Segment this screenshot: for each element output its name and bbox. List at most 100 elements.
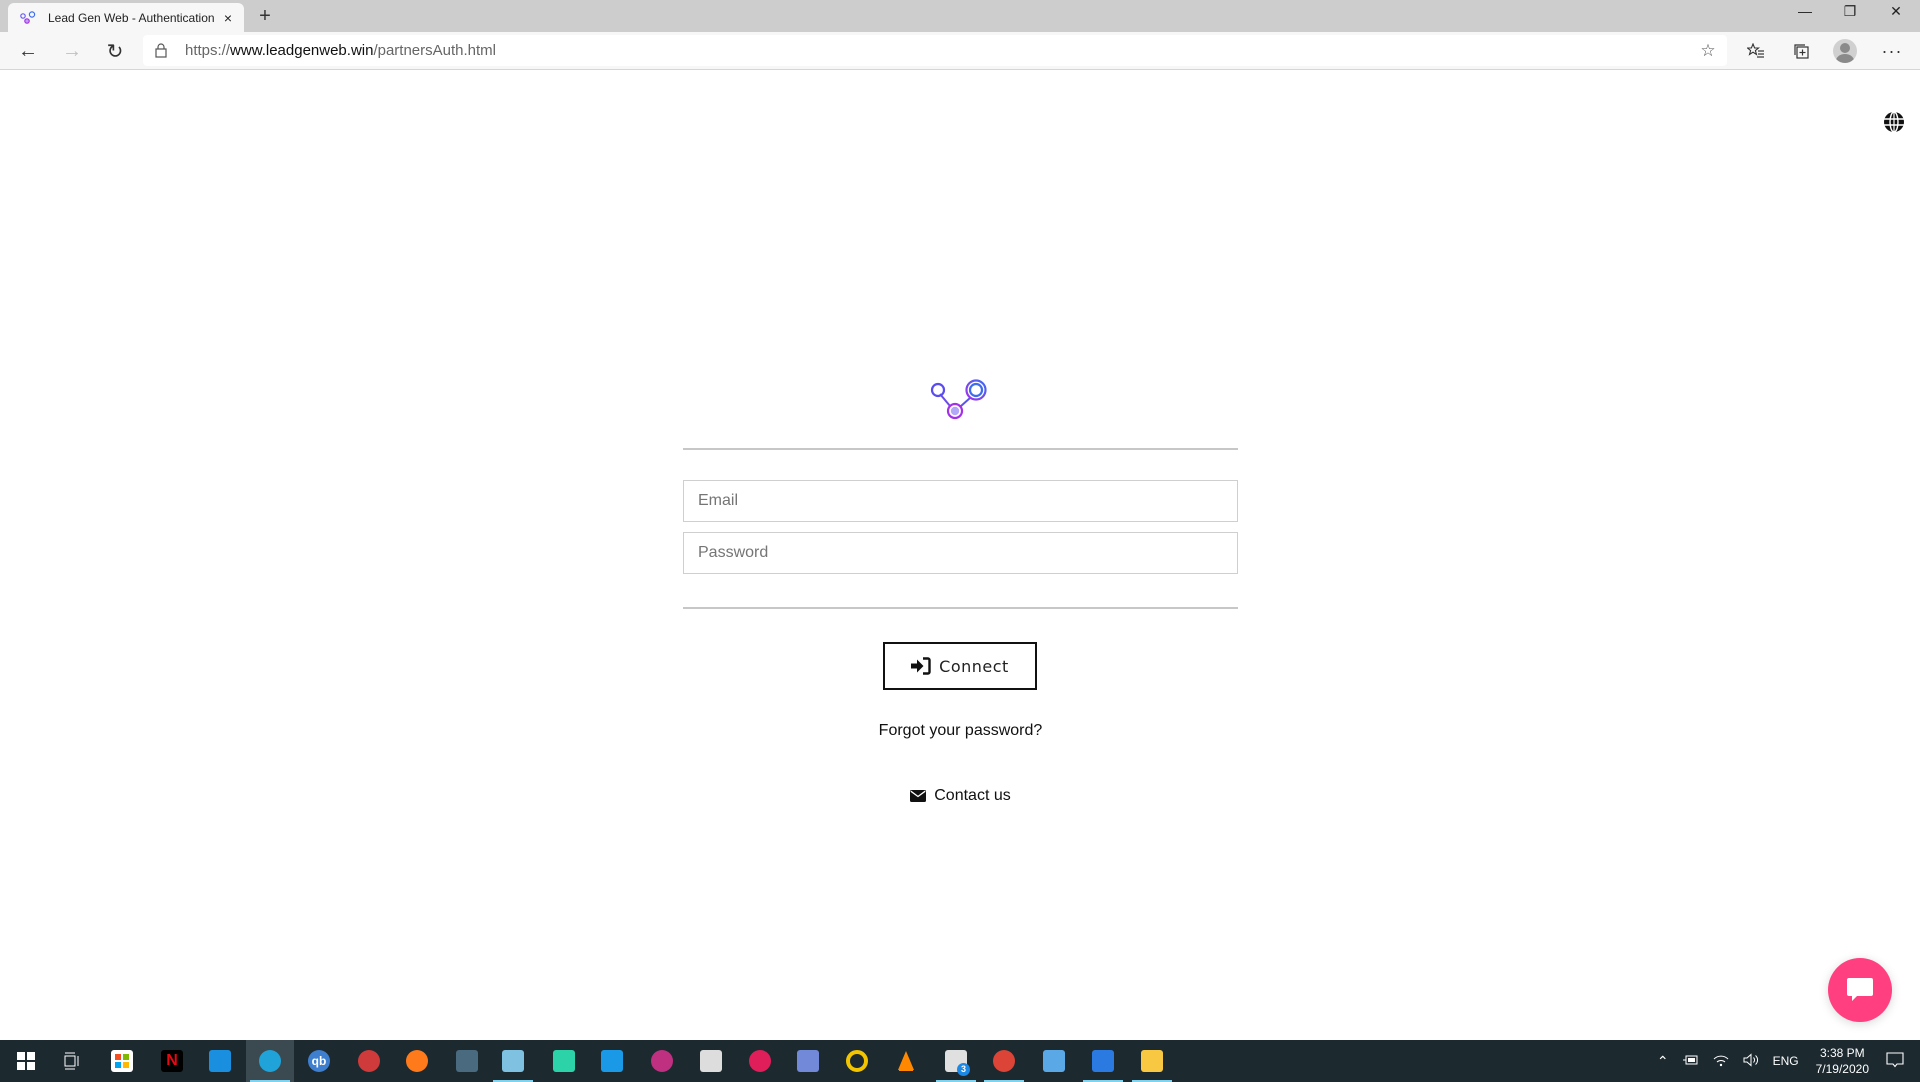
lead-gen-web-logo (928, 378, 992, 428)
task-view-icon (61, 1050, 83, 1072)
taskbar-app-remote-desktop[interactable] (1030, 1040, 1078, 1082)
favorite-add-icon[interactable]: ☆ (1697, 40, 1719, 62)
connect-label: Connect (939, 656, 1009, 676)
browser-tab[interactable]: Lead Gen Web - Authentication × (8, 3, 244, 32)
taskbar-app-mail[interactable] (196, 1040, 244, 1082)
collections-icon[interactable] (1786, 36, 1816, 66)
taskbar-app-zoom-video[interactable] (588, 1040, 636, 1082)
taskbar-app-vlc[interactable] (882, 1040, 930, 1082)
taskbar-app-notepad[interactable] (489, 1040, 537, 1082)
taskbar-app-filmora[interactable] (540, 1040, 588, 1082)
new-tab-button[interactable]: + (252, 4, 278, 28)
bottom-divider (683, 607, 1238, 609)
browser-tab-strip: Lead Gen Web - Authentication × + — ❐ ✕ (0, 0, 1920, 32)
url-path: /partnersAuth.html (373, 42, 497, 59)
taskbar-app-discord[interactable] (784, 1040, 832, 1082)
qbittorrent-icon: qb (308, 1050, 330, 1072)
writer-icon (1092, 1050, 1114, 1072)
taskbar-app-qbittorrent[interactable]: qb (295, 1040, 343, 1082)
volume-icon[interactable] (1743, 1052, 1759, 1070)
slack-icon (749, 1050, 771, 1072)
url-host: www.leadgenweb.win (230, 42, 374, 59)
taskbar-app-app-cube[interactable] (687, 1040, 735, 1082)
language-indicator[interactable]: ENG (1773, 1054, 1799, 1068)
system-tray: ⌃ ENG 3:38 PM 7/19/2020 (1650, 1040, 1920, 1082)
more-icon[interactable]: ··· (1877, 36, 1907, 66)
tray-overflow-chevron-icon[interactable]: ⌃ (1657, 1053, 1669, 1070)
forward-button[interactable]: → (57, 36, 87, 66)
microsoft-store-icon (111, 1050, 133, 1072)
forgot-password-link[interactable]: Forgot your password? (683, 722, 1238, 740)
taskbar-app-firefox[interactable] (393, 1040, 441, 1082)
close-window-button[interactable]: ✕ (1873, 0, 1919, 24)
vlc-icon (895, 1050, 917, 1072)
url-text[interactable]: https://www.leadgenweb.win/partnersAuth.… (185, 42, 496, 59)
url-scheme: https:// (185, 42, 231, 59)
taskbar-app-chrome[interactable] (980, 1040, 1028, 1082)
taskbar-app-netflix[interactable]: N (148, 1040, 196, 1082)
calculator-icon (456, 1050, 478, 1072)
taskbar-app-start[interactable] (2, 1040, 50, 1082)
taskbar-app-app-circle[interactable] (833, 1040, 881, 1082)
browser-toolbar: ← → ↻ https://www.leadgenweb.win/partner… (0, 32, 1920, 70)
password-input[interactable] (683, 532, 1238, 574)
forward-arrow-icon: → (62, 39, 82, 62)
favorites-icon[interactable] (1741, 36, 1771, 66)
back-arrow-icon: ← (18, 39, 38, 62)
filmora-icon (553, 1050, 575, 1072)
taskbar-app-app-ring[interactable] (345, 1040, 393, 1082)
battery-icon[interactable] (1682, 1054, 1699, 1068)
profile-icon (1833, 39, 1857, 63)
taskbar-app-slack[interactable] (736, 1040, 784, 1082)
refresh-icon: ↻ (106, 40, 124, 63)
profile-button[interactable] (1830, 36, 1860, 66)
taskbar-app-davinci-resolve[interactable] (638, 1040, 686, 1082)
taskbar-app-writer[interactable] (1079, 1040, 1127, 1082)
app-circle-icon (846, 1050, 868, 1072)
app-ring-icon (358, 1050, 380, 1072)
file-explorer-icon (1141, 1050, 1163, 1072)
contact-us-link[interactable]: Contact us (683, 787, 1238, 805)
notepad-icon (502, 1050, 524, 1072)
email-input[interactable] (683, 480, 1238, 522)
zoom-video-icon (601, 1050, 623, 1072)
davinci-resolve-icon (651, 1050, 673, 1072)
tab-close-icon[interactable]: × (218, 10, 238, 26)
app-cube-icon (700, 1050, 722, 1072)
windows-taskbar: Nqb 3 ⌃ ENG 3:38 PM 7/19/2020 (0, 1040, 1920, 1082)
mail-icon (209, 1050, 231, 1072)
notification-badge: 3 (957, 1063, 970, 1076)
taskbar-app-edge[interactable] (246, 1040, 294, 1082)
address-bar[interactable]: https://www.leadgenweb.win/partnersAuth.… (143, 35, 1727, 66)
taskbar-app-task-view[interactable] (48, 1040, 96, 1082)
remote-desktop-icon (1043, 1050, 1065, 1072)
refresh-button[interactable]: ↻ (100, 36, 130, 66)
netflix-icon: N (161, 1050, 183, 1072)
taskbar-app-calculator[interactable] (443, 1040, 491, 1082)
envelope-icon (910, 790, 927, 802)
edge-icon (259, 1050, 281, 1072)
chrome-icon (993, 1050, 1015, 1072)
sign-in-icon (911, 657, 931, 675)
clock-date: 7/19/2020 (1815, 1062, 1869, 1076)
action-center-icon[interactable] (1886, 1051, 1904, 1071)
site-favicon-icon (20, 10, 36, 24)
discord-icon (797, 1050, 819, 1072)
clock[interactable]: 3:38 PM 7/19/2020 (1816, 1045, 1869, 1077)
chat-widget-button[interactable] (1828, 958, 1892, 1022)
start-icon (15, 1050, 37, 1072)
back-button[interactable]: ← (13, 36, 43, 66)
chat-bubble-icon (1847, 978, 1873, 1001)
taskbar-app-mail-badge[interactable]: 3 (932, 1040, 980, 1082)
minimize-button[interactable]: — (1782, 0, 1828, 24)
taskbar-app-file-explorer[interactable] (1128, 1040, 1176, 1082)
language-globe-icon[interactable] (1882, 110, 1906, 134)
restore-button[interactable]: ❐ (1827, 0, 1873, 24)
tab-title: Lead Gen Web - Authentication (48, 10, 215, 25)
wifi-icon[interactable] (1713, 1053, 1729, 1070)
taskbar-app-microsoft-store[interactable] (98, 1040, 146, 1082)
clock-time: 3:38 PM (1819, 1046, 1865, 1060)
top-divider (683, 448, 1238, 450)
firefox-icon (406, 1050, 428, 1072)
connect-button[interactable]: Connect (883, 642, 1037, 690)
